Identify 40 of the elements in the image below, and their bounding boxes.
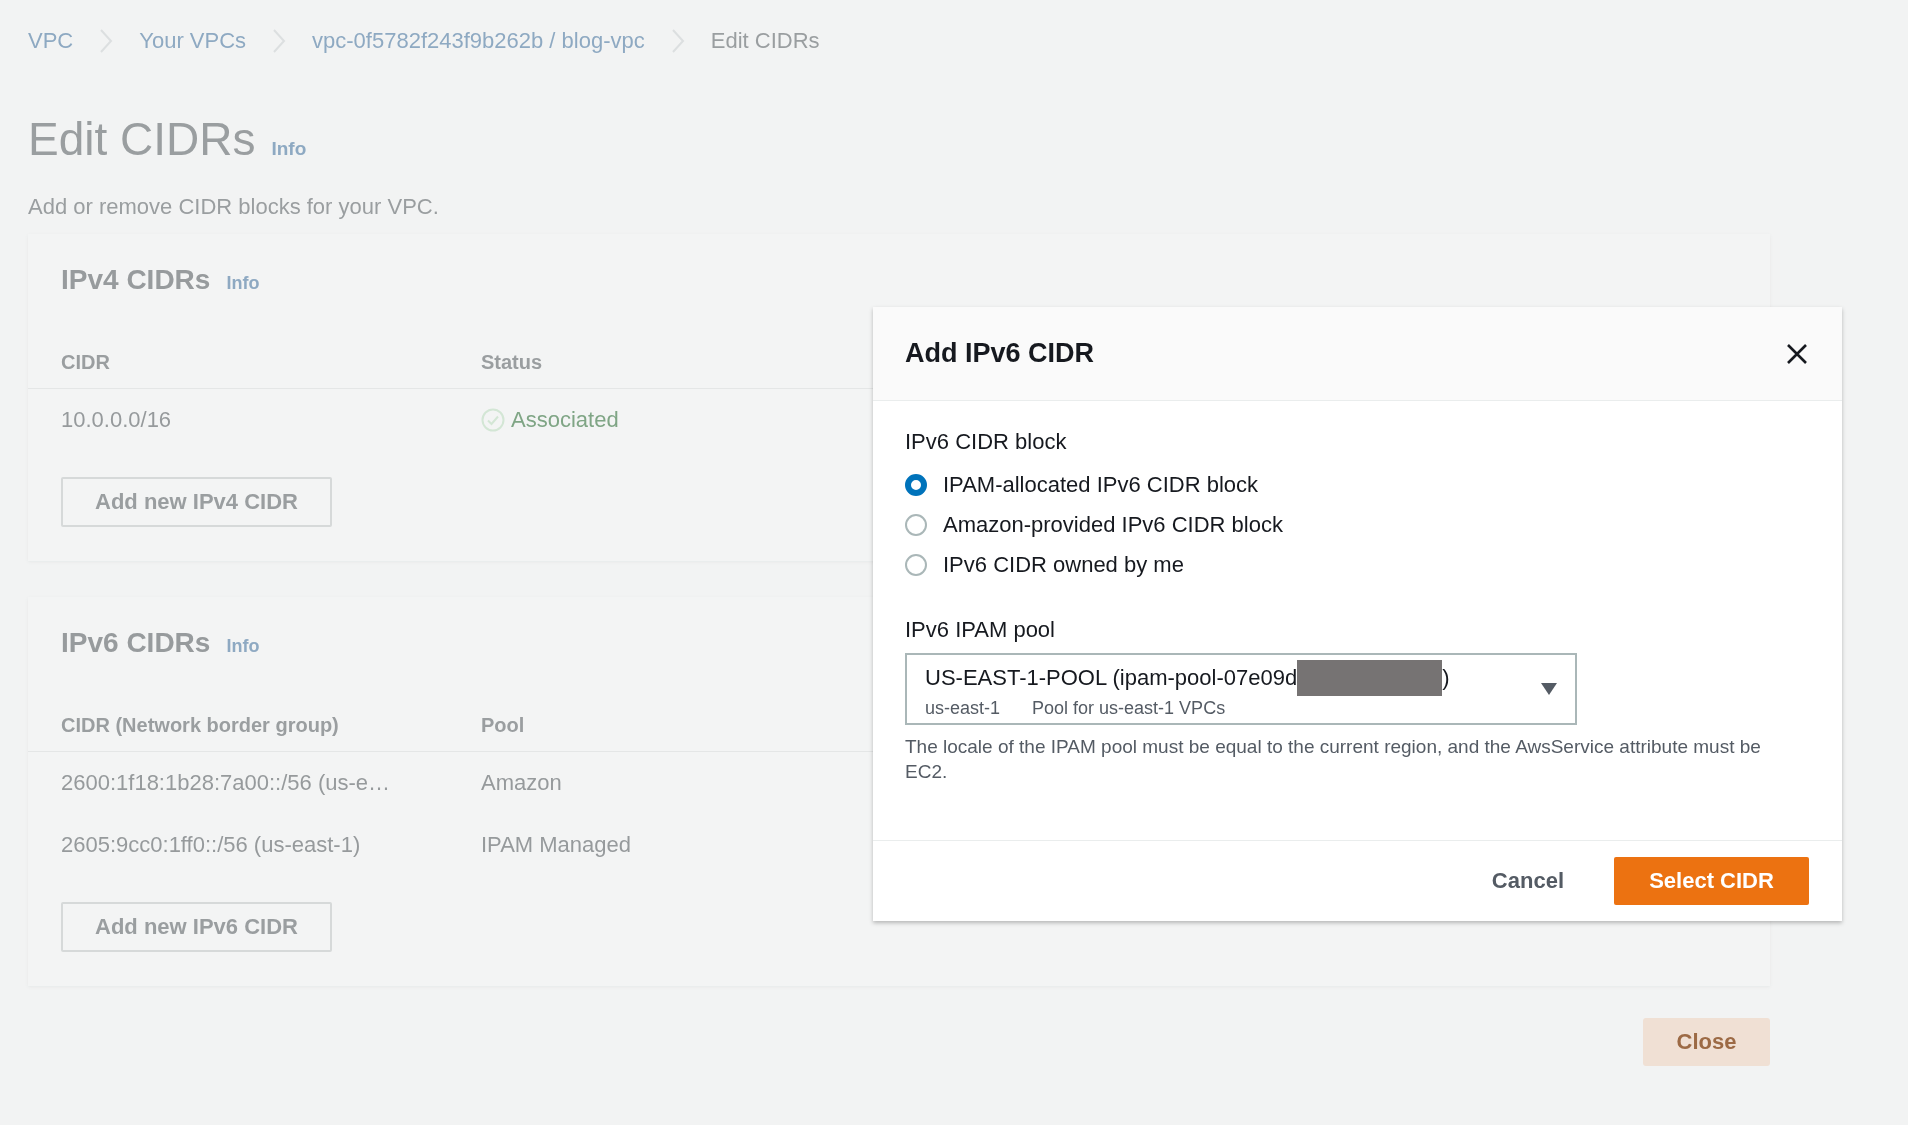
radio-button[interactable] xyxy=(905,514,927,536)
section-title: IPv6 CIDRs xyxy=(61,627,211,659)
table-cell: Amazon xyxy=(481,770,562,796)
status-text: Associated xyxy=(511,407,619,433)
modal-title: Add IPv6 CIDR xyxy=(905,338,1095,369)
page-description: Add or remove CIDR blocks for your VPC. xyxy=(28,194,440,220)
help-text: The locale of the IPAM pool must be equal to the current region, and the AwsService attribute must be EC2. xyxy=(905,735,1762,784)
add-cidr-button[interactable]: Add new IPv4 CIDR xyxy=(61,477,332,527)
check-circle-icon xyxy=(481,408,505,432)
column-header: Pool xyxy=(481,713,525,737)
column-header: CIDR xyxy=(61,350,111,374)
breadcrumb-current: Edit CIDRs xyxy=(710,28,820,54)
radio-label[interactable]: Amazon-provided IPv6 CIDR block xyxy=(943,512,1283,538)
breadcrumb-link[interactable]: vpc-0f5782f243f9b262b / blog-vpc xyxy=(312,28,645,54)
close-icon[interactable] xyxy=(1786,342,1808,365)
section-title: IPv4 CIDRs xyxy=(61,264,211,296)
table-cell-text: 10.0.0.0/16 xyxy=(61,407,173,433)
table-cell-text: 2600:1f18:1b28:7a00::/56 (us-e… xyxy=(61,770,392,796)
info-link[interactable]: Info xyxy=(226,636,260,657)
radio-button[interactable] xyxy=(905,554,927,576)
table-cell: IPAM Managed xyxy=(481,832,631,858)
field-label: IPv6 IPAM pool xyxy=(905,617,1056,643)
select-cidr-button[interactable]: Select CIDR xyxy=(1614,857,1809,906)
info-link[interactable]: Info xyxy=(271,138,307,160)
cancel-button[interactable]: Cancel xyxy=(1465,858,1590,905)
breadcrumb-link[interactable]: VPC xyxy=(28,28,74,54)
radio-label[interactable]: IPv6 CIDR owned by me xyxy=(943,552,1184,578)
caret-icon xyxy=(1541,683,1557,695)
pool-select[interactable]: US-EAST-1-POOL (ipam-pool-07e09d ) us-east-1 Pool for us-east-1 VPCs xyxy=(905,653,1577,725)
table-cell-text: 2605:9cc0:1ff0::/56 (us-east-1) xyxy=(61,832,362,858)
radio-label[interactable]: IPAM-allocated IPv6 CIDR block xyxy=(943,472,1259,498)
breadcrumb-link[interactable]: Your VPCs xyxy=(139,28,247,54)
column-header: CIDR (Network border group) xyxy=(61,713,340,737)
close-button[interactable]: Close xyxy=(1643,1018,1770,1066)
add-cidr-button[interactable]: Add new IPv6 CIDR xyxy=(61,902,332,952)
info-link[interactable]: Info xyxy=(226,273,260,294)
page-title: Edit CIDRs xyxy=(28,112,256,166)
column-header: Status xyxy=(481,350,543,374)
field-label: IPv6 CIDR block xyxy=(905,429,1068,455)
radio-button[interactable] xyxy=(905,474,927,496)
